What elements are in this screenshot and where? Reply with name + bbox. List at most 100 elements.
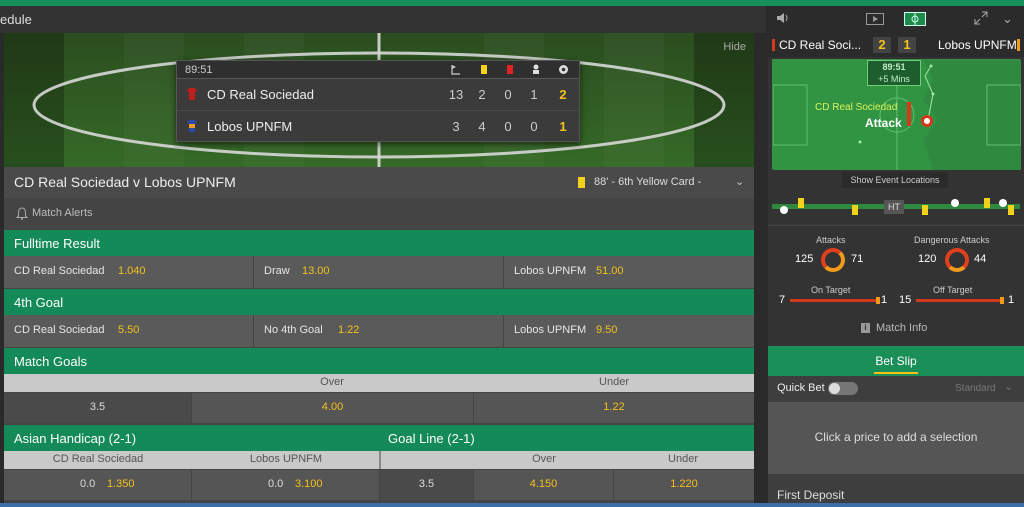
scoreboard: 89:51 CD Real Sociedad 13 2 0 1 2 Lobos … [176, 60, 580, 142]
speaker-icon[interactable] [776, 12, 790, 27]
expand-icon[interactable] [974, 11, 988, 28]
right-toolbar: ⌄ [768, 6, 1024, 33]
selection-draw[interactable]: Draw 13.00 [254, 256, 504, 288]
asian-handicap-title[interactable]: Asian Handicap (2-1) [14, 431, 136, 446]
ah-home-button[interactable]: 0.0 1.350 [4, 470, 192, 500]
bet-mode-select[interactable]: Standard [955, 383, 996, 394]
video-icon[interactable] [866, 13, 884, 28]
hide-button[interactable]: Hide [723, 41, 746, 53]
home-team-name: CD Real Sociedad [207, 87, 314, 102]
info-icon[interactable]: i [861, 323, 870, 333]
match-goals-header[interactable]: Match Goals [4, 348, 754, 374]
away-corners: 3 [452, 119, 460, 134]
scoreboard-row-away: Lobos UPNFM 3 4 0 0 1 [177, 110, 579, 141]
fourth-goal-header[interactable]: 4th Goal [4, 289, 754, 315]
goal-line-title[interactable]: Goal Line (2-1) [388, 431, 475, 446]
dangerous-home: 120 [918, 253, 937, 265]
selection-odds: 5.50 [118, 324, 140, 336]
selection-odds: 9.50 [596, 324, 618, 336]
chevron-down-icon[interactable]: ⌄ [735, 175, 744, 188]
selection-odds: 1.040 [118, 265, 146, 277]
fulltime-result-row: CD Real Sociedad 1.040 Draw 13.00 Lobos … [4, 256, 754, 288]
market-title: 4th Goal [14, 295, 64, 310]
handicap-column-header: CD Real Sociedad Lobos UPNFM Over Under [4, 451, 754, 469]
pitch-view-icon[interactable] [904, 12, 926, 29]
off-target-bar-away [1000, 297, 1004, 304]
ball-position-icon [921, 115, 933, 127]
match-alerts-row: Match Alerts [4, 198, 754, 230]
bet-slip-header[interactable]: Bet Slip [768, 346, 1024, 376]
off-target-label: Off Target [933, 285, 973, 295]
under-odds-button[interactable]: 1.22 [474, 393, 754, 423]
selection-name: Draw [264, 265, 290, 277]
yellow-card-icon [479, 64, 489, 75]
bell-icon[interactable] [15, 207, 29, 220]
fourth-goal-row: CD Real Sociedad 5.50 No 4th Goal 1.22 L… [4, 315, 754, 347]
home-corners: 13 [448, 87, 464, 102]
yellow-card-icon [578, 177, 585, 188]
match-clock: 89:51 [185, 64, 213, 76]
under-label: Under [599, 376, 629, 388]
match-goals-row: 3.5 4.00 1.22 [4, 393, 754, 423]
away-team-name: Lobos UPNFM [207, 119, 293, 134]
selection-odds: 3.100 [295, 478, 323, 490]
ah-home-label: CD Real Sociedad [52, 453, 144, 465]
chevron-down-icon[interactable]: ⌄ [1004, 380, 1013, 393]
schedule-tab[interactable]: edule [0, 12, 32, 27]
on-target-away: 1 [881, 294, 888, 306]
on-target-label: On Target [811, 285, 851, 295]
ah-away-button[interactable]: 0.0 3.100 [192, 470, 380, 500]
gl-line: 3.5 [380, 470, 474, 500]
added-time: +5 Mins [878, 74, 910, 84]
bet-slip-underline [874, 372, 918, 374]
home-score: 2 [873, 37, 891, 53]
selection-odds: 4.150 [529, 478, 558, 490]
home-yellow: 2 [478, 87, 486, 102]
off-target-home: 15 [899, 294, 912, 306]
selection-odds: 1.22 [603, 401, 625, 413]
selection-name: Lobos UPNFM [514, 265, 587, 277]
match-goals-column-header: Over Under [4, 374, 754, 392]
selection-home[interactable]: CD Real Sociedad 5.50 [4, 315, 254, 347]
selection-name: CD Real Sociedad [14, 265, 105, 277]
away-subs: 0 [530, 119, 538, 134]
selection-odds: 4.00 [321, 401, 344, 413]
away-color-marker [1017, 39, 1020, 51]
over-odds-button[interactable]: 4.00 [192, 393, 474, 423]
attack-state: Attack [865, 116, 902, 130]
dangerous-away: 44 [974, 253, 987, 265]
away-yellow: 4 [478, 119, 486, 134]
first-deposit-label[interactable]: First Deposit [777, 488, 844, 502]
match-info-link[interactable]: Match Info [876, 322, 927, 334]
empty-selection-message: Click a price to add a selection [814, 430, 978, 444]
substitution-icon [531, 64, 541, 75]
selection-odds: 1.22 [338, 324, 360, 336]
home-red: 0 [504, 87, 512, 102]
gl-over-button[interactable]: 4.150 [474, 470, 614, 500]
fulltime-result-header[interactable]: Fulltime Result [4, 230, 754, 256]
show-event-locations-button[interactable]: Show Event Locations [842, 172, 948, 188]
market-title: Fulltime Result [14, 236, 100, 251]
handicap-line: 0.0 [268, 478, 284, 490]
goals-line: 3.5 [4, 393, 192, 423]
quick-bet-toggle[interactable] [828, 382, 858, 395]
attacks-donut [821, 248, 845, 272]
away-score: 1 [898, 37, 916, 53]
selection-name: No 4th Goal [264, 324, 323, 336]
match-title-bar: CD Real Sociedad v Lobos UPNFM 88' - 6th… [4, 167, 754, 198]
scoreboard-header: 89:51 [177, 61, 579, 79]
latest-event[interactable]: 88' - 6th Yellow Card - [594, 176, 701, 188]
selection-home[interactable]: CD Real Sociedad 1.040 [4, 256, 254, 288]
home-subs: 1 [530, 87, 538, 102]
over-label: Over [320, 376, 344, 388]
away-goals: 1 [559, 119, 567, 134]
handicap-line: 0.0 [80, 478, 96, 490]
chevron-down-icon[interactable]: ⌄ [1002, 11, 1013, 27]
gl-under-button[interactable]: 1.220 [614, 470, 754, 500]
selection-no-goal[interactable]: No 4th Goal 1.22 [254, 315, 504, 347]
away-kit-icon [187, 119, 197, 133]
selection-away[interactable]: Lobos UPNFM 51.00 [504, 256, 754, 288]
match-alerts-link[interactable]: Match Alerts [32, 207, 93, 219]
off-target-bar-home [916, 299, 1002, 302]
selection-away[interactable]: Lobos UPNFM 9.50 [504, 315, 754, 347]
